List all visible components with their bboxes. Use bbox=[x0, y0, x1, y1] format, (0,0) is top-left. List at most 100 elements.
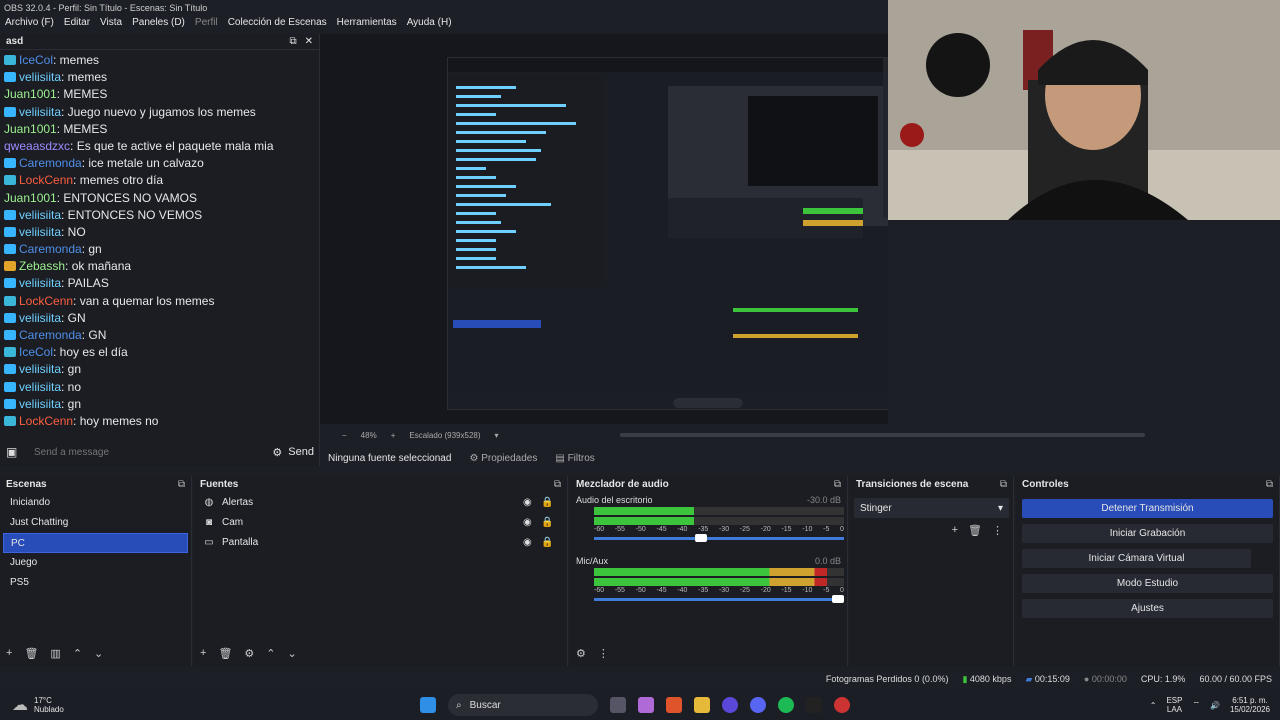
volume-knob[interactable] bbox=[832, 595, 844, 603]
trash-icon[interactable]: 🗑 bbox=[218, 647, 232, 660]
chat-username[interactable]: veliisiita bbox=[19, 362, 61, 376]
float-icon[interactable]: ⧉ bbox=[834, 479, 841, 490]
chevron-up-icon[interactable]: ⌃ bbox=[73, 647, 82, 660]
scene-item[interactable]: Juego bbox=[3, 553, 188, 573]
chat-username[interactable]: LockCenn bbox=[19, 173, 73, 187]
lock-icon[interactable]: 🔒 bbox=[541, 493, 557, 513]
menu-item[interactable]: Colección de Escenas bbox=[223, 16, 332, 32]
chrome-icon[interactable] bbox=[834, 697, 850, 713]
settings-gear-icon[interactable]: ⚙ bbox=[272, 446, 282, 459]
menu-item[interactable]: Ayuda (H) bbox=[402, 16, 457, 32]
twitch-icon[interactable]: ▣ bbox=[6, 445, 20, 459]
trash-icon[interactable]: 🗑 bbox=[24, 647, 38, 660]
float-icon[interactable]: ⧉ bbox=[178, 479, 185, 490]
chevron-down-icon[interactable]: ⌄ bbox=[288, 647, 297, 660]
chat-username[interactable]: veliisiita bbox=[19, 276, 61, 290]
eye-icon[interactable]: ◉ bbox=[523, 533, 541, 553]
chevron-up-icon[interactable]: ⌃ bbox=[266, 647, 275, 660]
add-icon[interactable]: + bbox=[6, 647, 12, 660]
zoom-level[interactable]: 48% bbox=[361, 431, 377, 440]
float-icon[interactable]: ⧉ bbox=[1000, 479, 1007, 490]
menu-item[interactable]: Archivo (F) bbox=[0, 16, 59, 32]
scene-item[interactable]: Iniciando bbox=[3, 493, 188, 513]
menu-item[interactable]: Paneles (D) bbox=[127, 16, 190, 32]
taskbar-search[interactable]: ⌕ Buscar bbox=[448, 694, 598, 716]
chat-message-input[interactable] bbox=[26, 442, 267, 462]
chat-username[interactable]: Juan1001 bbox=[4, 191, 57, 205]
gear-icon[interactable]: ⚙ bbox=[244, 647, 254, 660]
brave-icon[interactable] bbox=[666, 697, 682, 713]
source-item[interactable]: ▭ Pantalla ◉ 🔒 bbox=[198, 533, 557, 553]
chat-username[interactable]: Caremonda bbox=[19, 328, 82, 342]
filters-button[interactable]: ▤ Filtros bbox=[555, 453, 594, 464]
control-button[interactable]: Modo Estudio bbox=[1022, 574, 1273, 593]
lock-icon[interactable]: 🔒 bbox=[541, 513, 557, 533]
windows-start-icon[interactable] bbox=[420, 697, 436, 713]
add-icon[interactable]: + bbox=[952, 524, 958, 537]
chat-username[interactable]: Juan1001 bbox=[4, 122, 57, 136]
chat-username[interactable]: veliisiita bbox=[19, 380, 61, 394]
control-button[interactable]: Iniciar Grabación bbox=[1022, 524, 1273, 543]
transition-select[interactable]: Stinger ▾ bbox=[854, 498, 1009, 518]
menu-item[interactable]: Editar bbox=[59, 16, 95, 32]
volume-knob[interactable] bbox=[694, 534, 707, 542]
more-icon[interactable]: ⋮ bbox=[992, 524, 1003, 537]
source-item[interactable]: ◙ Cam ◉ 🔒 bbox=[198, 513, 557, 533]
source-item[interactable]: ◍ Alertas ◉ 🔒 bbox=[198, 493, 557, 513]
scale-mode[interactable]: Escalado (939x528) bbox=[409, 431, 480, 440]
file-explorer-icon[interactable] bbox=[694, 697, 710, 713]
control-button[interactable]: Ajustes bbox=[1022, 599, 1273, 618]
audio-app-icon[interactable] bbox=[806, 697, 822, 713]
chat-username[interactable]: qweaasdzxc bbox=[4, 139, 70, 153]
properties-button[interactable]: ⚙ Propiedades bbox=[469, 453, 537, 464]
volume-slider[interactable] bbox=[594, 534, 844, 542]
chevron-down-icon[interactable]: ▾ bbox=[495, 431, 499, 440]
chevron-up-icon[interactable]: ⌃ bbox=[1150, 701, 1157, 710]
chat-username[interactable]: veliisiita bbox=[19, 397, 61, 411]
menu-item[interactable]: Herramientas bbox=[332, 16, 402, 32]
chat-username[interactable]: Zebassh bbox=[19, 259, 65, 273]
wifi-icon[interactable]: ⌔ bbox=[1192, 700, 1200, 710]
filter-icon[interactable]: ▥ bbox=[50, 647, 60, 660]
chat-username[interactable]: LockCenn bbox=[19, 294, 73, 308]
float-icon[interactable]: ⧉ bbox=[1266, 479, 1273, 490]
zoom-in-icon[interactable]: + bbox=[391, 431, 396, 440]
volume-slider[interactable] bbox=[594, 595, 844, 603]
chat-username[interactable]: veliisiita bbox=[19, 225, 61, 239]
chat-username[interactable]: veliisiita bbox=[19, 70, 61, 84]
lock-icon[interactable]: 🔒 bbox=[541, 533, 557, 553]
eye-icon[interactable]: ◉ bbox=[523, 493, 541, 513]
task-view-icon[interactable] bbox=[610, 697, 626, 713]
chat-username[interactable]: veliisiita bbox=[19, 105, 61, 119]
chat-username[interactable]: Caremonda bbox=[19, 242, 82, 256]
float-icon[interactable]: ⧉ bbox=[554, 479, 561, 490]
float-icon[interactable]: ⧉ bbox=[289, 36, 296, 47]
chat-username[interactable]: LockCenn bbox=[19, 414, 73, 428]
scene-item[interactable]: PS5 bbox=[3, 573, 188, 593]
more-icon[interactable]: ⋮ bbox=[598, 647, 609, 660]
zoom-out-icon[interactable]: − bbox=[342, 431, 347, 440]
control-button[interactable]: Iniciar Cámara Virtual bbox=[1022, 549, 1251, 568]
scene-item[interactable]: Just Chatting bbox=[3, 513, 188, 533]
advanced-audio-icon[interactable]: ⚙ bbox=[576, 647, 586, 660]
discord-icon[interactable] bbox=[750, 697, 766, 713]
menu-item[interactable]: Perfil bbox=[190, 16, 223, 32]
close-icon[interactable]: ✕ bbox=[305, 36, 313, 47]
chat-username[interactable]: IceCol bbox=[19, 345, 53, 359]
chat-username[interactable]: Juan1001 bbox=[4, 87, 57, 101]
chat-username[interactable]: veliisiita bbox=[19, 208, 61, 222]
copilot-icon[interactable] bbox=[638, 697, 654, 713]
eye-icon[interactable]: ◉ bbox=[523, 513, 541, 533]
chat-username[interactable]: veliisiita bbox=[19, 311, 61, 325]
chevron-down-icon[interactable]: ⌄ bbox=[94, 647, 103, 660]
add-icon[interactable]: + bbox=[200, 647, 206, 660]
clock[interactable]: 6:51 p. m. 15/02/2026 bbox=[1230, 696, 1270, 714]
scene-item[interactable]: PC bbox=[3, 533, 188, 553]
preview-horizontal-scrollbar[interactable] bbox=[620, 433, 1145, 437]
obs-icon[interactable] bbox=[722, 697, 738, 713]
trash-icon[interactable]: 🗑 bbox=[968, 524, 982, 537]
spotify-icon[interactable] bbox=[778, 697, 794, 713]
speaker-icon[interactable]: 🔊 bbox=[1210, 701, 1220, 710]
weather-widget[interactable]: ☁ 17°C Nublado bbox=[0, 695, 420, 715]
control-button[interactable]: Detener Transmisión bbox=[1022, 499, 1273, 518]
